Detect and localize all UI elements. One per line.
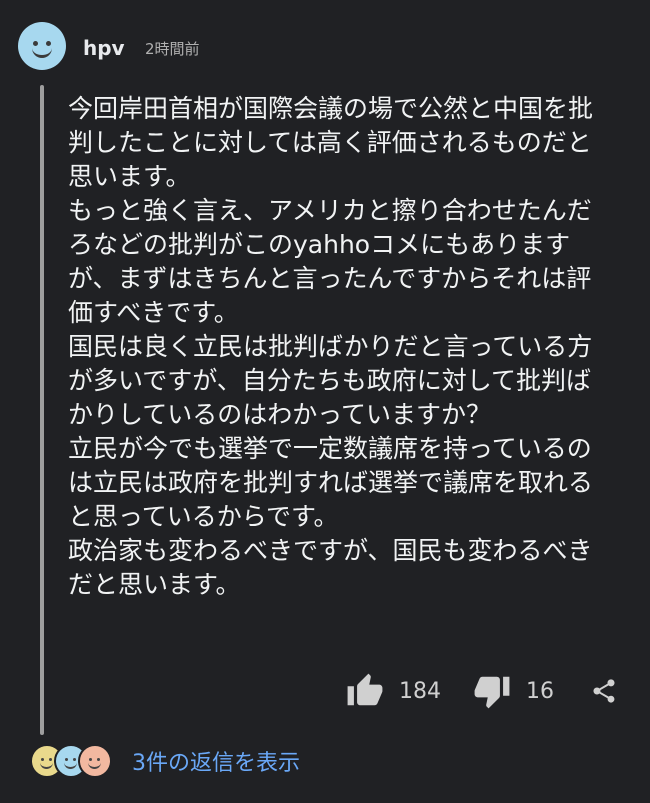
dislike-count: 16 xyxy=(526,678,554,704)
view-replies-link[interactable]: 3件の返信を表示 xyxy=(132,745,300,777)
comment-line: が多いですが、自分たちも政府に対して批判ば xyxy=(68,366,592,395)
comment-author[interactable]: hpv xyxy=(83,36,125,60)
like-button[interactable]: 184 xyxy=(345,672,441,710)
comment-line: 判したことに対しては高く評価されるものだと xyxy=(68,128,592,157)
like-count: 184 xyxy=(399,678,441,704)
comment-line: ろなどの批判がこのyahhoコメにもあります xyxy=(68,230,571,259)
comment-body: 今回岸田首相が国際会議の場で公然と中国を批 判したことに対しては高く評価されるも… xyxy=(68,92,633,602)
share-icon xyxy=(593,679,615,703)
comment-line: は立民は政府を批判すれば選挙で議席を取れる xyxy=(68,468,594,497)
view-replies-button[interactable]: 3件の返信を表示 xyxy=(30,744,300,778)
comment-line: 政治家も変わるべきですが、国民も変わるべき xyxy=(68,536,593,565)
reply-avatar xyxy=(78,744,112,778)
comment-line: もっと強く言え、アメリカと擦り合わせたんだ xyxy=(68,196,592,225)
comment-line: 今回岸田首相が国際会議の場で公然と中国を批 xyxy=(68,94,594,123)
comment-line: 思います。 xyxy=(68,162,191,191)
thread-line xyxy=(40,85,44,735)
comment-line: が、まずはきちんと言ったんですからそれは評 xyxy=(68,264,592,293)
comment-line: 国民は良く立民は批判ばかりだと言っている方 xyxy=(68,332,593,361)
thumbs-up-icon xyxy=(347,673,383,706)
dislike-button[interactable]: 16 xyxy=(472,672,554,710)
thumbs-down-icon xyxy=(474,676,510,709)
comment-line: かりしているのはわかっていますか？ xyxy=(68,400,492,429)
share-button[interactable] xyxy=(590,676,618,706)
avatar-mouth xyxy=(32,44,52,58)
comment-line: だと思います。 xyxy=(68,570,241,599)
user-avatar[interactable] xyxy=(18,22,66,70)
comment-line: 価すべきです。 xyxy=(68,298,239,327)
comment-timestamp: 2時間前 xyxy=(145,40,200,58)
comment-line: と思っているからです。 xyxy=(68,502,339,531)
comment-line: 立民が今でも選挙で一定数議席を持っているの xyxy=(68,434,592,463)
